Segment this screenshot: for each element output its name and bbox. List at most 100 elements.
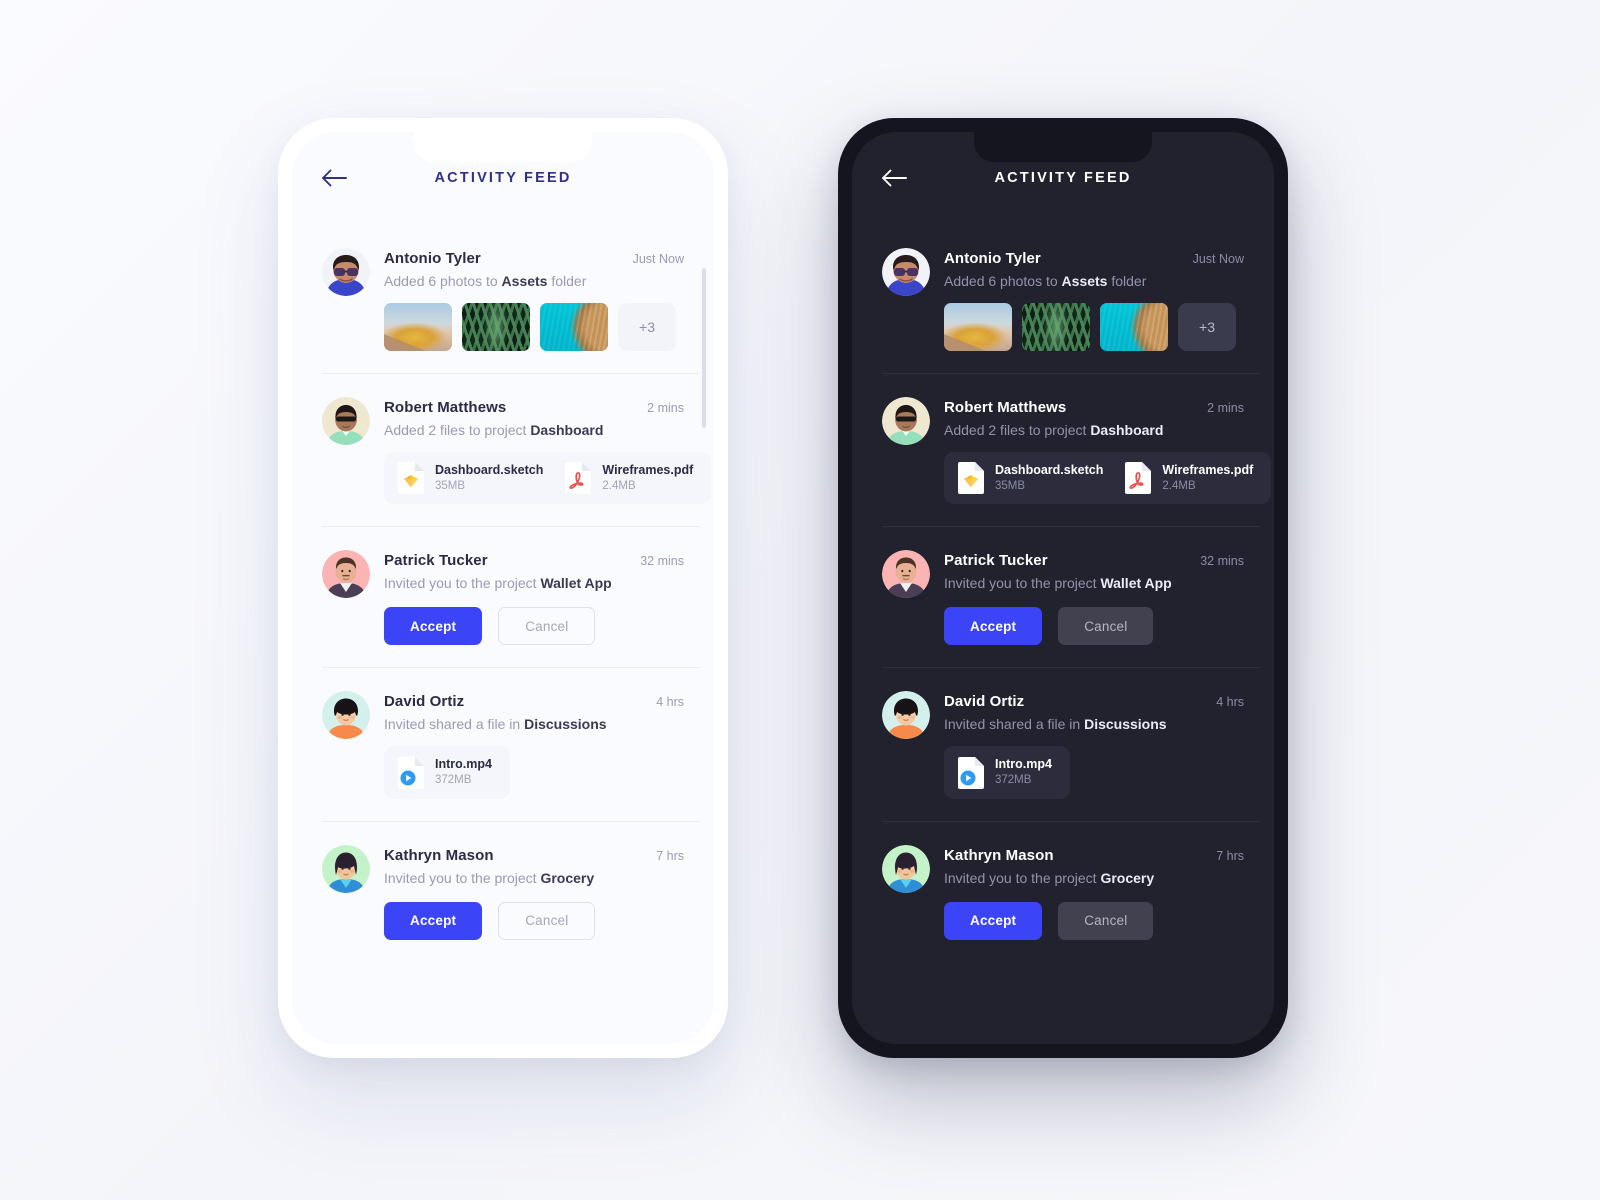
file-name: Dashboard.sketch	[995, 463, 1104, 477]
activity-feed-list-light[interactable]: Antonio Tyler Just Now Added 6 photos to…	[292, 224, 714, 1044]
file-card[interactable]: Intro.mp4 372MB	[958, 756, 1056, 789]
cancel-button[interactable]: Cancel	[1058, 901, 1154, 940]
file-attachment-group: Dashboard.sketch 35MB Wireframes.pdf 2.4…	[384, 452, 712, 505]
pdf-file-icon	[1125, 462, 1152, 495]
avatar-antonio-tyler-icon	[882, 248, 930, 296]
list-item[interactable]: David Ortiz 4 hrs Invited shared a file …	[292, 667, 714, 820]
photo-thumbnail[interactable]	[384, 303, 452, 351]
user-name: Patrick Tucker	[384, 552, 488, 570]
list-item[interactable]: Kathryn Mason 7 hrs Invited you to the p…	[292, 820, 714, 962]
file-size: 372MB	[995, 774, 1032, 787]
list-item[interactable]: Robert Matthews 2 mins Added 2 files to …	[852, 373, 1274, 526]
avatar	[322, 248, 370, 296]
pdf-file-icon	[565, 462, 592, 495]
file-size: 2.4MB	[602, 479, 636, 492]
avatar-kathryn-mason-icon	[322, 844, 370, 893]
activity-description: Added 2 files to project Dashboard	[384, 422, 684, 438]
desc-prefix: Added 6 photos to	[384, 273, 502, 289]
file-card[interactable]: Intro.mp4 372MB	[398, 756, 496, 789]
photo-thumbnail[interactable]	[944, 303, 1012, 351]
avatar	[322, 844, 370, 893]
file-card[interactable]: Wireframes.pdf 2.4MB	[565, 462, 697, 495]
photo-thumbnail-strip: +3	[944, 303, 1244, 351]
timestamp: 32 mins	[640, 554, 684, 569]
list-item[interactable]: Patrick Tucker 32 mins Invited you to th…	[852, 526, 1274, 667]
user-name: Robert Matthews	[944, 399, 1067, 416]
list-item[interactable]: David Ortiz 4 hrs Invited shared a file …	[852, 667, 1274, 820]
list-item[interactable]: Patrick Tucker 32 mins Invited you to th…	[292, 526, 714, 667]
accept-button[interactable]: Accept	[944, 901, 1043, 940]
desc-suffix: folder	[1107, 273, 1147, 289]
activity-description: Invited you to the project Grocery	[944, 870, 1244, 886]
file-size: 372MB	[435, 774, 472, 787]
avatar-david-ortiz-icon	[322, 691, 370, 740]
photo-thumbnail[interactable]	[1100, 303, 1168, 351]
avatar	[322, 691, 370, 740]
desc-highlight: Grocery	[1100, 869, 1155, 886]
timestamp: 2 mins	[1207, 401, 1244, 415]
desc-prefix: Added 2 files to project	[944, 422, 1091, 438]
accept-button[interactable]: Accept	[944, 607, 1043, 646]
cancel-button[interactable]: Cancel	[1058, 607, 1154, 646]
user-name: David Ortiz	[384, 693, 465, 711]
list-item[interactable]: Kathryn Mason 7 hrs Invited you to the p…	[852, 820, 1274, 962]
avatar	[322, 397, 370, 445]
user-name: Antonio Tyler	[944, 250, 1041, 267]
file-name: Intro.mp4	[435, 757, 492, 772]
list-item[interactable]: Antonio Tyler Just Now Added 6 photos to…	[292, 224, 714, 373]
avatar	[882, 550, 930, 599]
activity-description: Added 2 files to project Dashboard	[944, 422, 1244, 438]
timestamp: 7 hrs	[1216, 848, 1244, 863]
more-photos-button[interactable]: +3	[1178, 303, 1236, 351]
desc-prefix: Invited shared a file in	[944, 716, 1085, 733]
screenshot-stage: ACTIVITY FEED Antonio Tyler Just Now Add…	[0, 0, 1600, 1200]
activity-description: Invited you to the project Wallet App	[944, 575, 1244, 591]
page-title: ACTIVITY FEED	[434, 170, 572, 186]
photo-thumbnail-strip: +3	[384, 303, 684, 351]
avatar	[322, 550, 370, 599]
photo-thumbnail[interactable]	[540, 303, 608, 351]
avatar-patrick-tucker-icon	[882, 550, 930, 599]
file-attachment-group: Intro.mp4 372MB	[944, 746, 1070, 799]
phone-light-theme: ACTIVITY FEED Antonio Tyler Just Now Add…	[278, 118, 728, 1058]
desc-prefix: Invited shared a file in	[384, 716, 525, 733]
desc-highlight: Discussions	[1084, 716, 1167, 733]
file-card[interactable]: Wireframes.pdf 2.4MB	[1125, 462, 1257, 495]
desc-suffix: folder	[547, 273, 587, 289]
activity-description: Invited shared a file in Discussions	[384, 716, 684, 732]
file-name: Wireframes.pdf	[1162, 463, 1254, 477]
avatar	[882, 397, 930, 445]
desc-prefix: Invited you to the project	[384, 575, 541, 592]
page-title: ACTIVITY FEED	[994, 170, 1132, 186]
timestamp: 2 mins	[647, 401, 684, 415]
desc-prefix: Invited you to the project	[944, 869, 1101, 886]
avatar-robert-matthews-icon	[322, 397, 370, 445]
user-name: Antonio Tyler	[384, 250, 481, 267]
desc-highlight: Grocery	[540, 869, 595, 886]
avatar-kathryn-mason-icon	[882, 844, 930, 893]
desc-highlight: Assets	[501, 273, 548, 289]
file-size: 35MB	[435, 479, 466, 492]
activity-feed-list-dark[interactable]: Antonio Tyler Just Now Added 6 photos to…	[852, 224, 1274, 1044]
avatar-patrick-tucker-icon	[322, 550, 370, 599]
list-item[interactable]: Robert Matthews 2 mins Added 2 files to …	[292, 373, 714, 526]
phone-notch	[414, 132, 592, 162]
video-file-icon	[958, 756, 984, 789]
cancel-button[interactable]: Cancel	[498, 901, 596, 940]
file-card[interactable]: Dashboard.sketch 35MB	[958, 462, 1125, 495]
accept-button[interactable]: Accept	[384, 607, 483, 646]
file-card[interactable]: Dashboard.sketch 35MB	[398, 462, 565, 495]
timestamp: Just Now	[632, 252, 684, 266]
sketch-file-icon	[958, 462, 984, 495]
desc-highlight: Wallet App	[1100, 575, 1172, 592]
photo-thumbnail[interactable]	[1022, 303, 1090, 351]
more-photos-button[interactable]: +3	[618, 303, 676, 351]
sketch-file-icon	[398, 462, 424, 495]
avatar-antonio-tyler-icon	[322, 248, 370, 296]
accept-button[interactable]: Accept	[384, 901, 483, 940]
list-item[interactable]: Antonio Tyler Just Now Added 6 photos to…	[852, 224, 1274, 373]
file-attachment-group: Intro.mp4 372MB	[384, 746, 510, 799]
cancel-button[interactable]: Cancel	[498, 607, 596, 646]
photo-thumbnail[interactable]	[462, 303, 530, 351]
user-name: Kathryn Mason	[944, 846, 1054, 864]
